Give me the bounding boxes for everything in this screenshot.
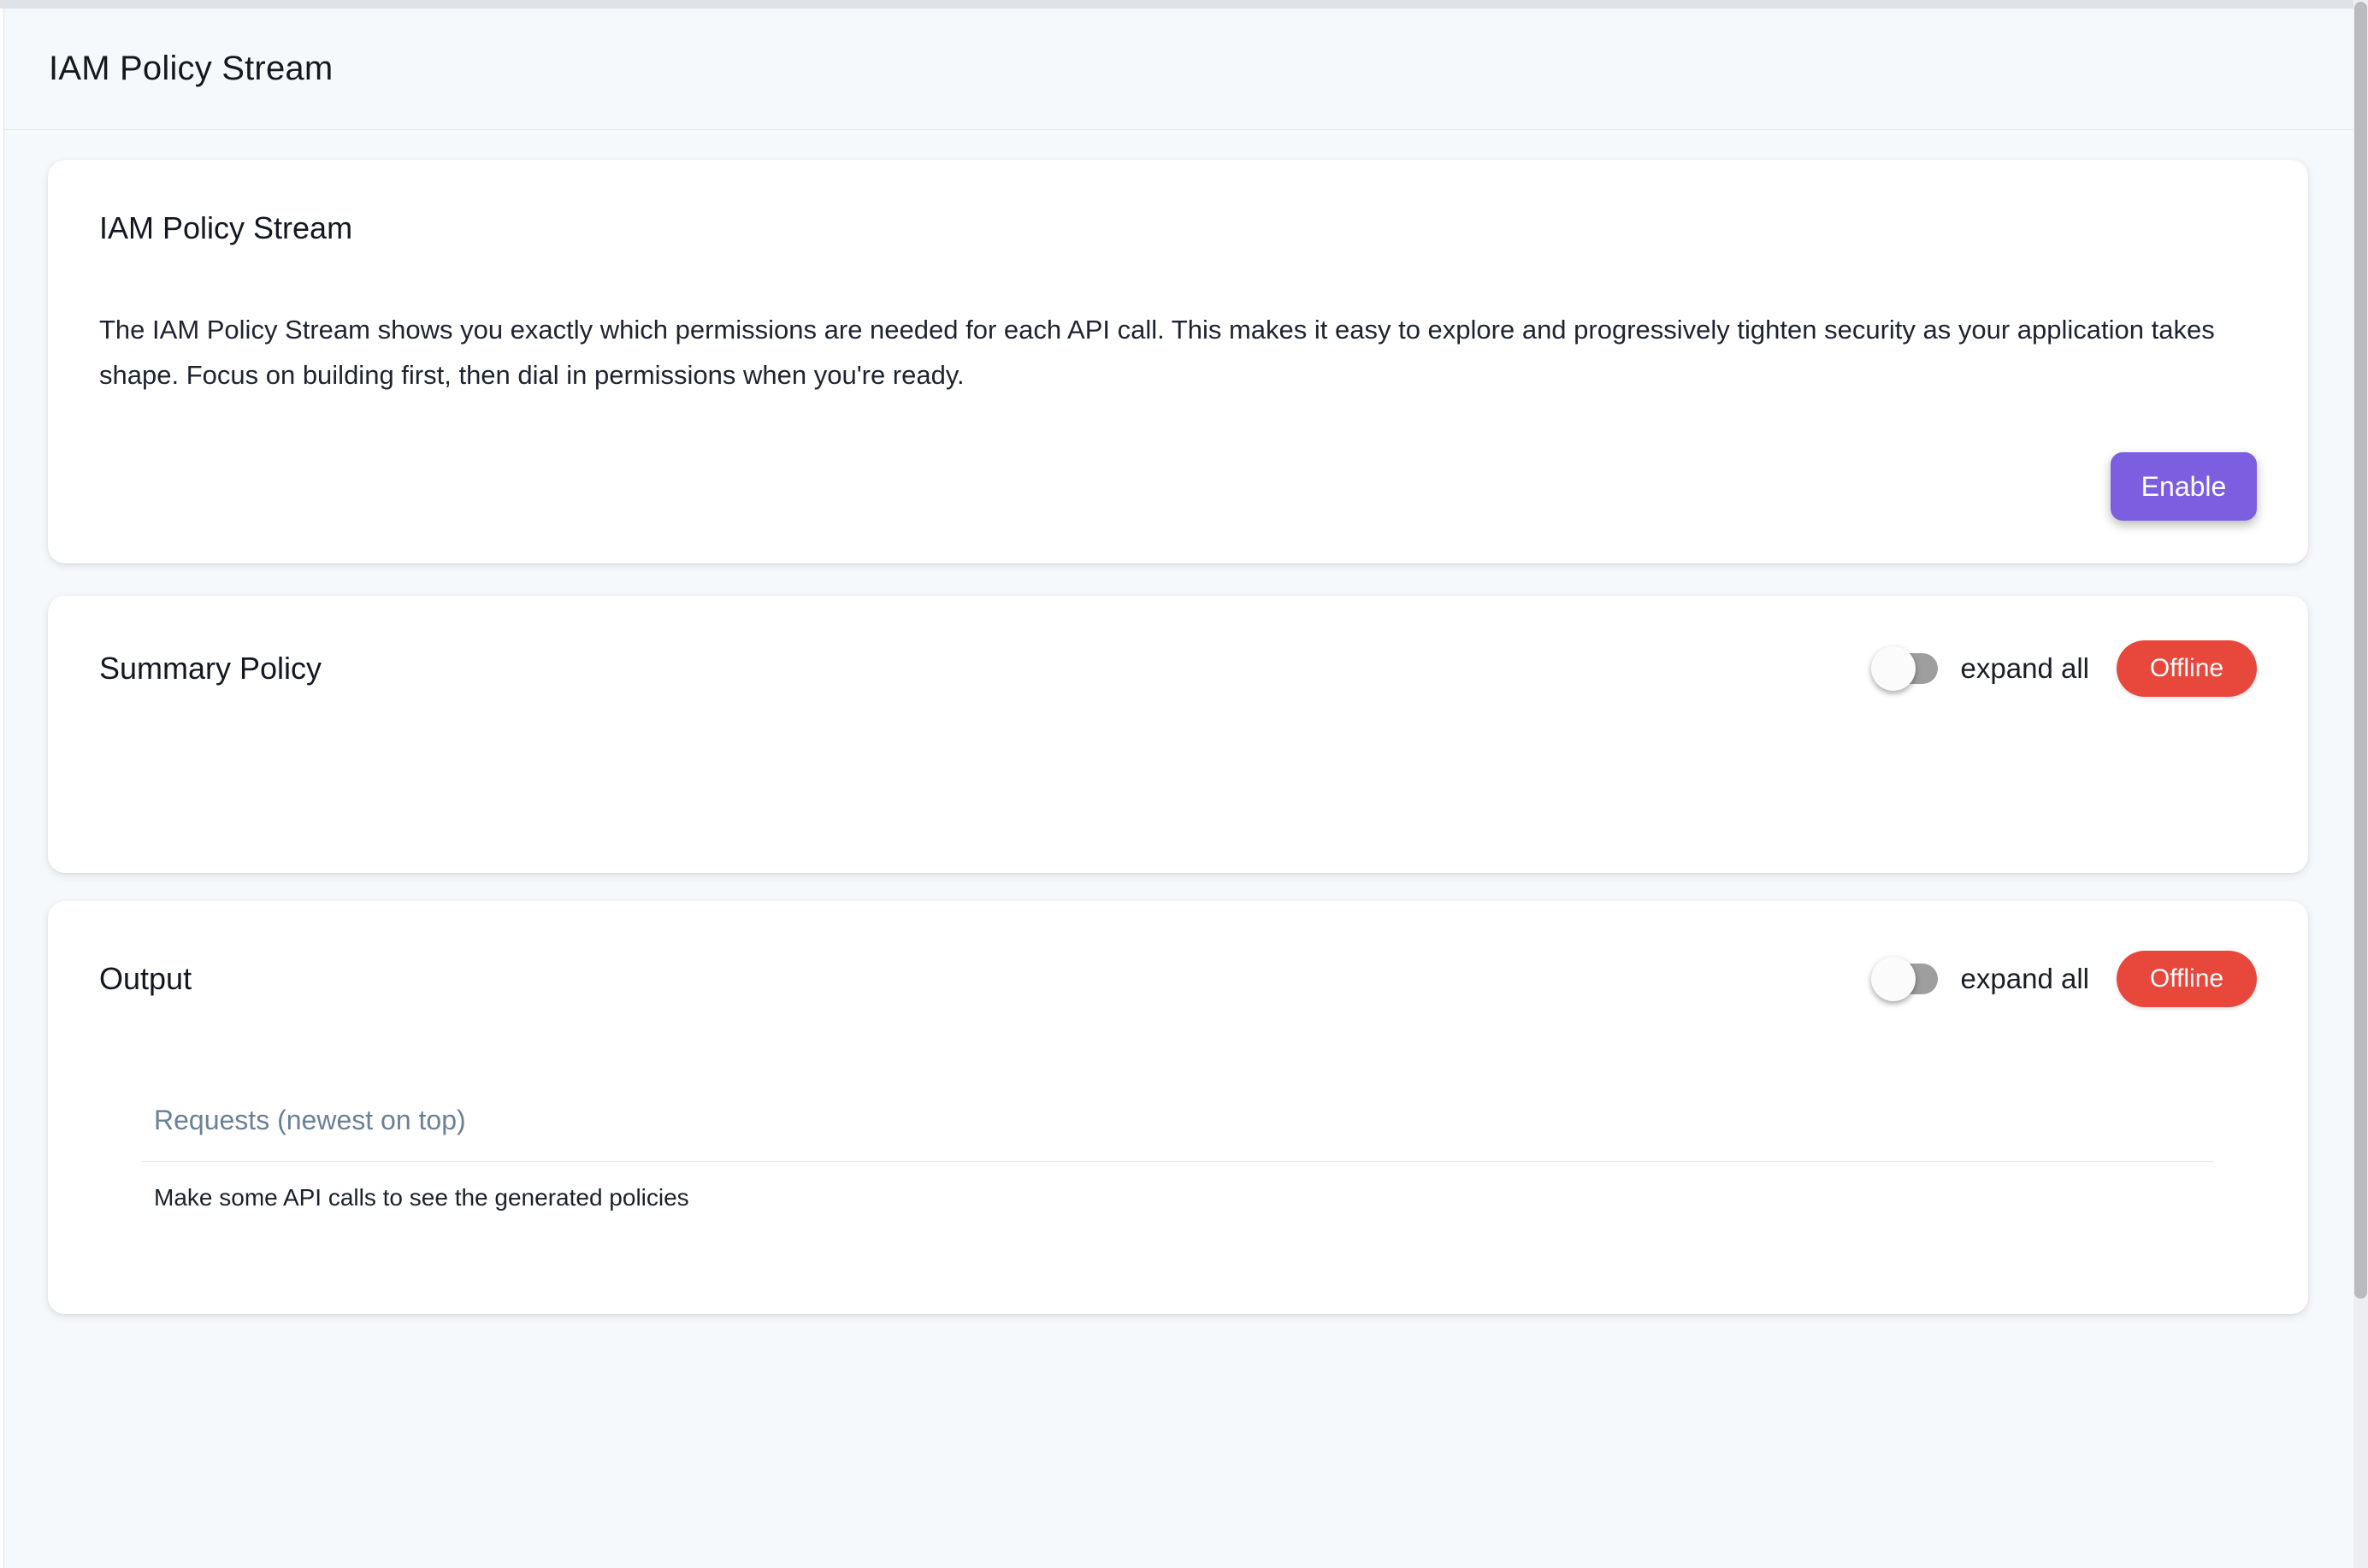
enable-button[interactable]: Enable: [2111, 452, 2257, 521]
output-title: Output: [99, 960, 192, 998]
intro-card-title: IAM Policy Stream: [99, 209, 2257, 247]
window-top-edge: [0, 0, 2368, 9]
summary-policy-header-row: Summary Policy expand all Offline: [99, 640, 2257, 697]
intro-card-description: The IAM Policy Stream shows you exactly …: [99, 307, 2257, 398]
output-header-row: Output expand all Offline: [99, 951, 2257, 1007]
summary-expand-all-label: expand all: [1961, 652, 2089, 685]
page-header: IAM Policy Stream: [4, 9, 2353, 130]
summary-policy-title: Summary Policy: [99, 650, 322, 687]
requests-section-title: Requests (newest on top): [142, 1103, 2214, 1137]
requests-empty-message: Make some API calls to see the generated…: [142, 1184, 2214, 1211]
output-status-badge: Offline: [2117, 951, 2257, 1007]
toggle-thumb: [1871, 646, 1916, 691]
output-expand-all-label: expand all: [1961, 963, 2089, 995]
iam-policy-stream-app: IAM Policy Stream IAM Policy Stream The …: [4, 9, 2353, 1568]
screen: IAM Policy Stream IAM Policy Stream The …: [0, 0, 2368, 1568]
page-scrollbar[interactable]: [2353, 0, 2368, 1568]
output-expand-toggle[interactable]: [1873, 964, 1938, 994]
intro-card-actions: Enable: [99, 452, 2257, 521]
page-content: IAM Policy Stream The IAM Policy Stream …: [4, 130, 2353, 1314]
scrollbar-thumb[interactable]: [2354, 2, 2367, 1299]
page-title: IAM Policy Stream: [49, 50, 333, 88]
requests-divider: [142, 1161, 2214, 1162]
window-left-edge: [0, 9, 4, 1568]
summary-status-badge: Offline: [2117, 640, 2257, 697]
output-card: Output expand all Offline Requests (newe…: [48, 901, 2308, 1314]
intro-card: IAM Policy Stream The IAM Policy Stream …: [48, 160, 2308, 563]
summary-expand-toggle[interactable]: [1873, 653, 1938, 684]
summary-policy-card: Summary Policy expand all Offline: [48, 596, 2308, 873]
requests-section: Requests (newest on top) Make some API c…: [142, 1103, 2214, 1211]
toggle-thumb: [1871, 957, 1916, 1001]
